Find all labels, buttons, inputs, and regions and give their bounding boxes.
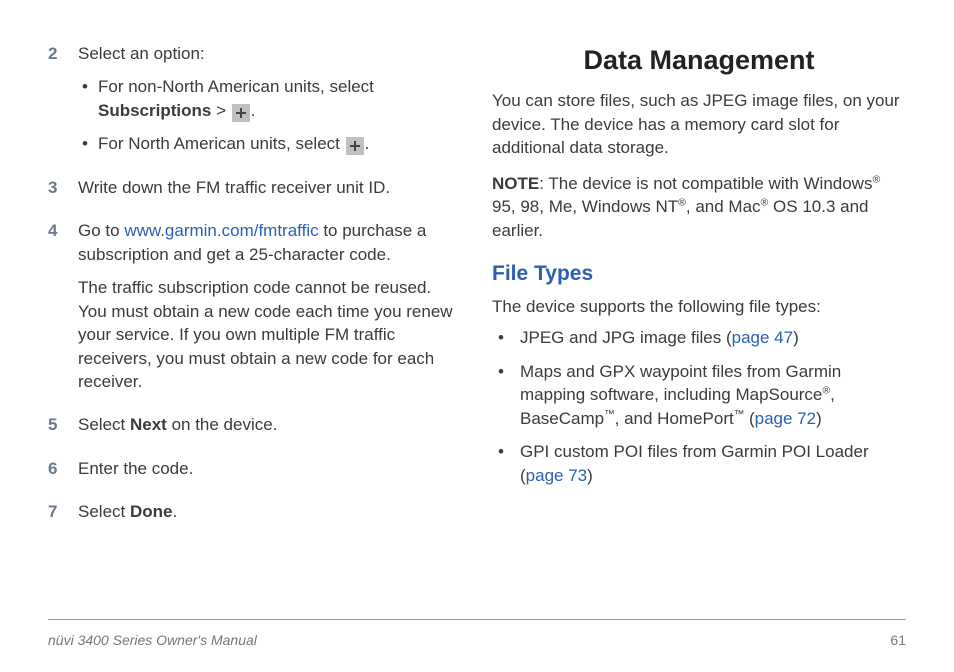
step-number: 2 — [48, 42, 78, 166]
step-5-text: Select Next on the device. — [78, 413, 462, 436]
text: ) — [816, 409, 822, 428]
text: Maps and GPX waypoint files from Garmin … — [520, 362, 841, 404]
step-body: Write down the FM traffic receiver unit … — [78, 176, 462, 209]
step-5: 5 Select Next on the device. — [48, 413, 462, 446]
step-body: Enter the code. — [78, 457, 462, 490]
registered-mark: ® — [822, 385, 830, 397]
page-number: 61 — [890, 632, 906, 648]
step-2-option-na: For North American units, select . — [78, 132, 462, 155]
step-2-option-non-na: For non-North American units, select Sub… — [78, 75, 462, 122]
text: , and HomePort — [615, 409, 734, 428]
step-4: 4 Go to www.garmin.com/fmtraffic to purc… — [48, 219, 462, 403]
left-column: 2 Select an option: For non-North Americ… — [48, 42, 462, 602]
file-types-intro: The device supports the following file t… — [492, 295, 906, 318]
step-number: 7 — [48, 500, 78, 533]
done-label: Done — [130, 502, 173, 521]
step-6: 6 Enter the code. — [48, 457, 462, 490]
text: Select — [78, 415, 130, 434]
text: 95, 98, Me, Windows NT — [492, 197, 678, 216]
step-2-intro: Select an option: — [78, 42, 462, 65]
trademark-mark: ™ — [604, 408, 615, 420]
footer-rule — [48, 619, 906, 620]
page-47-link[interactable]: page 47 — [732, 328, 793, 347]
step-2-options: For non-North American units, select Sub… — [78, 75, 462, 155]
file-type-gpi: GPI custom POI files from Garmin POI Loa… — [492, 440, 906, 487]
text: , and Mac — [686, 197, 761, 216]
file-type-maps-gpx: Maps and GPX waypoint files from Garmin … — [492, 360, 906, 430]
text: . — [172, 502, 177, 521]
step-number: 5 — [48, 413, 78, 446]
step-6-text: Enter the code. — [78, 457, 462, 480]
step-body: Select an option: For non-North American… — [78, 42, 462, 166]
fmtraffic-link[interactable]: www.garmin.com/fmtraffic — [124, 221, 318, 240]
text: For North American units, select — [98, 134, 345, 153]
text: on the device. — [167, 415, 278, 434]
step-number: 6 — [48, 457, 78, 490]
text: : The device is not compatible with Wind… — [539, 174, 872, 193]
section-heading-file-types: File Types — [492, 260, 906, 289]
note-label: NOTE — [492, 174, 539, 193]
step-2: 2 Select an option: For non-North Americ… — [48, 42, 462, 166]
text: Go to — [78, 221, 124, 240]
step-number: 3 — [48, 176, 78, 209]
text: . — [251, 101, 256, 120]
page-footer: nüvi 3400 Series Owner's Manual 61 — [48, 632, 906, 648]
manual-title: nüvi 3400 Series Owner's Manual — [48, 632, 257, 648]
text: > — [211, 101, 230, 120]
step-body: Go to www.garmin.com/fmtraffic to purcha… — [78, 219, 462, 403]
file-type-jpeg: JPEG and JPG image files (page 47) — [492, 326, 906, 349]
step-4-para-2: The traffic subscription code cannot be … — [78, 276, 462, 393]
plus-icon — [232, 104, 250, 122]
text: ( — [744, 409, 754, 428]
subscriptions-label: Subscriptions — [98, 101, 211, 120]
compatibility-note: NOTE: The device is not compatible with … — [492, 172, 906, 242]
step-number: 4 — [48, 219, 78, 403]
registered-mark: ® — [872, 173, 880, 185]
step-4-para-1: Go to www.garmin.com/fmtraffic to purcha… — [78, 219, 462, 266]
page-72-link[interactable]: page 72 — [755, 409, 816, 428]
right-column: Data Management You can store files, suc… — [486, 42, 906, 602]
file-types-list: JPEG and JPG image files (page 47) Maps … — [492, 326, 906, 487]
data-management-intro: You can store files, such as JPEG image … — [492, 89, 906, 159]
text: ) — [587, 466, 593, 485]
step-body: Select Next on the device. — [78, 413, 462, 446]
text: JPEG and JPG image files ( — [520, 328, 732, 347]
page-columns: 2 Select an option: For non-North Americ… — [48, 42, 906, 602]
registered-mark: ® — [678, 196, 686, 208]
text: For non-North American units, select — [98, 77, 374, 96]
step-body: Select Done. — [78, 500, 462, 533]
text: Select — [78, 502, 130, 521]
step-3-text: Write down the FM traffic receiver unit … — [78, 176, 462, 199]
step-3: 3 Write down the FM traffic receiver uni… — [48, 176, 462, 209]
page-73-link[interactable]: page 73 — [526, 466, 587, 485]
plus-icon — [346, 137, 364, 155]
trademark-mark: ™ — [734, 408, 745, 420]
step-7: 7 Select Done. — [48, 500, 462, 533]
next-label: Next — [130, 415, 167, 434]
step-7-text: Select Done. — [78, 500, 462, 523]
section-heading-data-management: Data Management — [492, 42, 906, 79]
text: . — [365, 134, 370, 153]
text: ) — [793, 328, 799, 347]
